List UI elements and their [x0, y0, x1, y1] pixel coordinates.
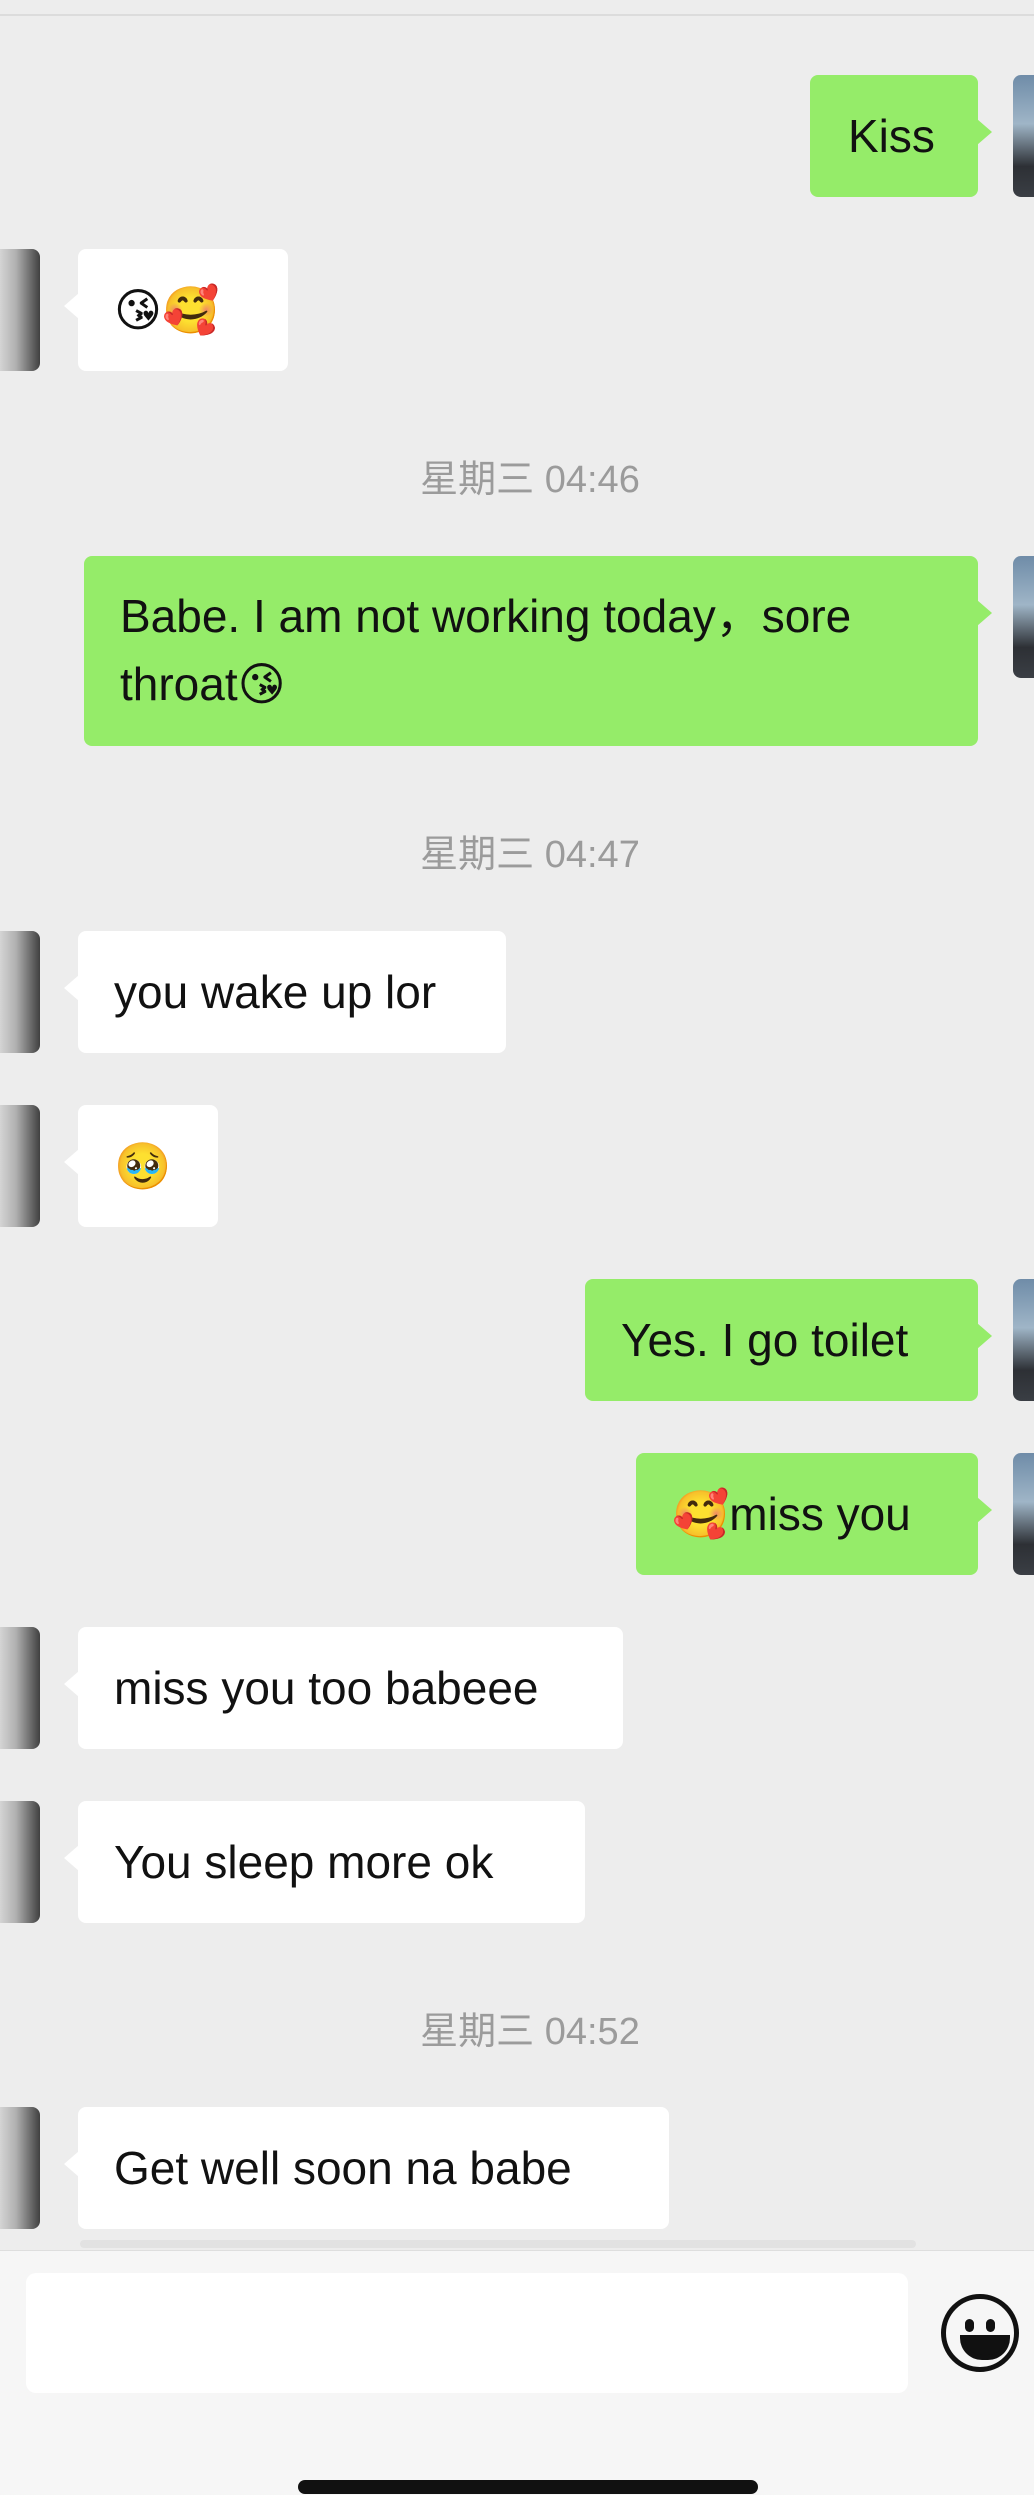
message-text: 😘🥰 — [114, 284, 220, 336]
message-text: miss you too babeee — [114, 1662, 539, 1714]
contact-avatar[interactable] — [0, 1801, 40, 1923]
next-message-edge — [80, 2240, 916, 2248]
message-text: 🥰miss you — [672, 1488, 911, 1540]
message-bubble-mine[interactable]: 🥰miss you — [636, 1453, 992, 1575]
timestamp: 星期三 04:52 — [420, 2011, 640, 2053]
message-bubble-other[interactable]: miss you too babeee — [64, 1627, 623, 1749]
message-text: Kiss — [848, 110, 935, 162]
my-avatar[interactable] — [1013, 1453, 1034, 1575]
message-bubble-mine[interactable]: Babe. I am not working today，sore throat… — [84, 556, 992, 746]
timestamp: 星期三 04:46 — [420, 459, 640, 501]
message-text: you wake up lor — [114, 966, 437, 1018]
message-bubble-other[interactable]: Get well soon na babe — [64, 2107, 669, 2229]
home-indicator[interactable] — [298, 2480, 758, 2494]
contact-avatar[interactable] — [0, 1105, 40, 1227]
message-text: Get well soon na babe — [114, 2142, 572, 2194]
my-avatar[interactable] — [1013, 75, 1034, 197]
contact-avatar[interactable] — [0, 249, 40, 371]
my-avatar[interactable] — [1013, 556, 1034, 678]
message-input[interactable] — [26, 2273, 908, 2393]
composer-bar — [0, 2250, 1034, 2495]
message-text: Babe. I am not working today，sore throat… — [120, 590, 852, 710]
message-text: 🥹 — [114, 1140, 172, 1192]
chat-message-list[interactable]: Kiss 😘🥰 星期三 04:46 Babe. I am not working… — [0, 0, 1034, 2250]
message-bubble-other[interactable]: 😘🥰 — [64, 249, 288, 371]
contact-avatar[interactable] — [0, 1627, 40, 1749]
timestamp: 星期三 04:47 — [420, 834, 640, 876]
message-text: Yes. I go toilet — [621, 1314, 909, 1366]
message-bubble-mine[interactable]: Yes. I go toilet — [585, 1279, 992, 1401]
message-bubble-mine[interactable]: Kiss — [810, 75, 992, 197]
my-avatar[interactable] — [1013, 1279, 1034, 1401]
message-text: You sleep more ok — [114, 1836, 494, 1888]
message-bubble-other[interactable]: you wake up lor — [64, 931, 506, 1053]
message-bubble-other[interactable]: 🥹 — [64, 1105, 218, 1227]
contact-avatar[interactable] — [0, 2107, 40, 2229]
smiley-face-icon[interactable] — [941, 2294, 1019, 2372]
message-bubble-other[interactable]: You sleep more ok — [64, 1801, 585, 1923]
contact-avatar[interactable] — [0, 931, 40, 1053]
